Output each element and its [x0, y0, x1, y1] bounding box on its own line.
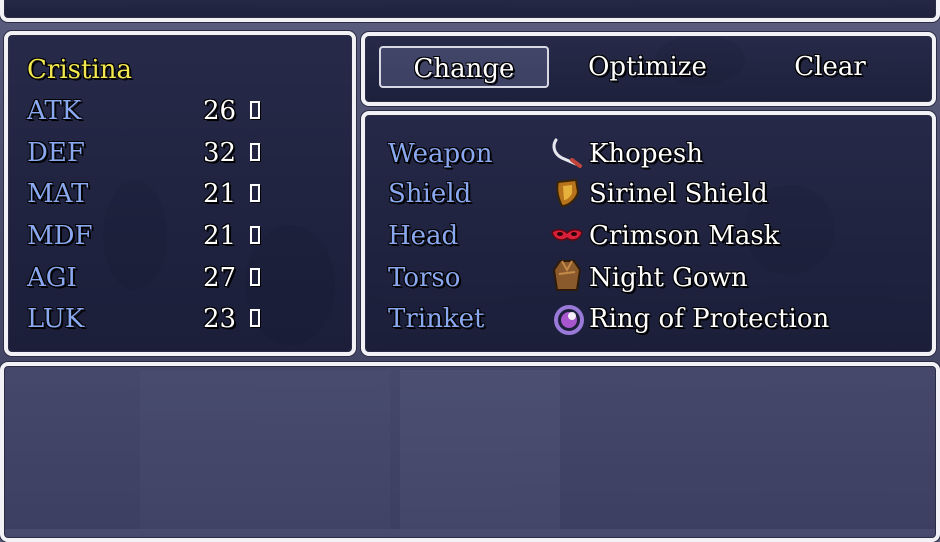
item-name-weapon: Khopesh [589, 139, 703, 169]
top-window [0, 0, 940, 22]
stat-label-mat: MAT [27, 179, 89, 209]
shield-icon [556, 178, 580, 208]
stat-label-def: DEF [27, 138, 85, 168]
robe-icon [552, 260, 582, 291]
stat-arrow-agi-icon [250, 268, 260, 286]
slot-label-weapon: Weapon [388, 139, 493, 169]
clear-button[interactable]: Clear [745, 46, 915, 88]
stat-label-mdf: MDF [27, 221, 93, 251]
stat-value-luk: 23 [203, 304, 237, 334]
stat-label-agi: AGI [27, 263, 77, 293]
help-window [0, 362, 940, 542]
slot-label-torso: Torso [388, 263, 461, 293]
stat-arrow-luk-icon [250, 309, 260, 327]
stat-value-mat: 21 [203, 179, 237, 209]
stat-arrow-mdf-icon [250, 226, 260, 244]
stat-arrow-def-icon [250, 143, 260, 161]
mask-icon [551, 229, 583, 241]
khopesh-icon [552, 138, 582, 168]
stat-label-luk: LUK [27, 304, 85, 334]
optimize-button[interactable]: Optimize [560, 46, 735, 88]
ring-icon [554, 305, 584, 335]
slot-label-head: Head [388, 221, 459, 251]
stat-value-agi: 27 [203, 263, 237, 293]
stat-label-atk: ATK [27, 96, 82, 126]
item-name-shield: Sirinel Shield [589, 179, 768, 209]
stat-value-def: 32 [203, 138, 237, 168]
slot-label-shield: Shield [388, 179, 472, 209]
actor-name: Cristina [27, 55, 132, 85]
change-button[interactable]: Change [379, 46, 549, 88]
stat-arrow-atk-icon [250, 101, 260, 119]
stat-value-mdf: 21 [203, 221, 237, 251]
stat-value-atk: 26 [203, 96, 237, 126]
stat-arrow-mat-icon [250, 184, 260, 202]
item-name-trinket: Ring of Protection [589, 304, 830, 334]
slot-label-trinket: Trinket [388, 304, 485, 334]
item-name-torso: Night Gown [589, 263, 748, 293]
item-name-head: Crimson Mask [589, 221, 780, 251]
